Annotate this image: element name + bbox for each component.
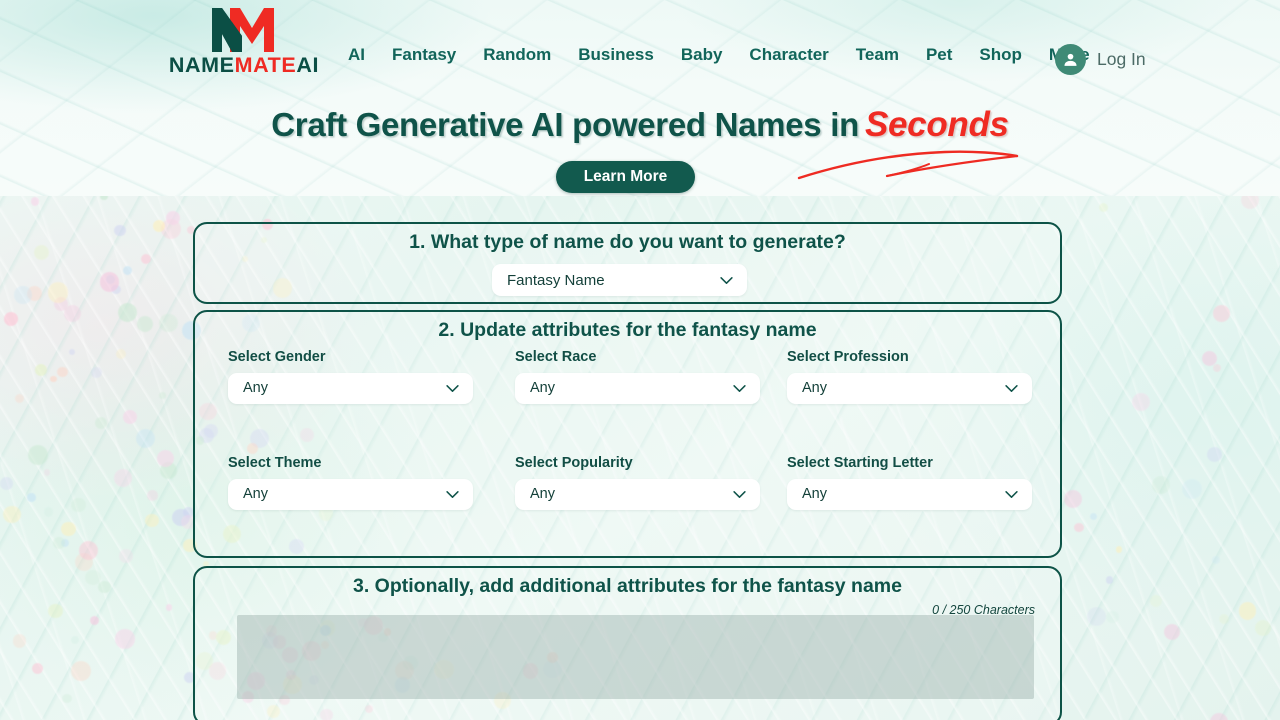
page-title: Craft Generative AI powered Names in Seco… bbox=[0, 104, 1280, 145]
chevron-down-icon bbox=[733, 384, 746, 392]
popularity-value: Any bbox=[530, 485, 555, 502]
attributes-card: 2. Update attributes for the fantasy nam… bbox=[193, 310, 1062, 558]
learn-more-button[interactable]: Learn More bbox=[556, 161, 695, 193]
starting-letter-dropdown[interactable]: Any bbox=[787, 478, 1032, 510]
popularity-dropdown[interactable]: Any bbox=[515, 478, 760, 510]
field-select-race: Select Race Any bbox=[515, 350, 760, 404]
chevron-down-icon bbox=[446, 384, 459, 392]
field-select-starting-letter: Select Starting Letter Any bbox=[787, 456, 1032, 510]
race-dropdown[interactable]: Any bbox=[515, 372, 760, 404]
chevron-down-icon bbox=[1005, 384, 1018, 392]
additional-attributes-card: 3. Optionally, add additional attributes… bbox=[193, 566, 1062, 720]
gender-dropdown[interactable]: Any bbox=[228, 372, 473, 404]
navigation-bar: NAMEMATEAI AI Fantasy Random Business Ba… bbox=[0, 0, 1280, 92]
chevron-down-icon bbox=[1005, 490, 1018, 498]
section-2-title: 2. Update attributes for the fantasy nam… bbox=[438, 319, 817, 341]
field-select-profession: Select Profession Any bbox=[787, 350, 1032, 404]
profession-dropdown[interactable]: Any bbox=[787, 372, 1032, 404]
chevron-down-icon bbox=[733, 490, 746, 498]
field-label-theme: Select Theme bbox=[228, 455, 322, 471]
field-label-popularity: Select Popularity bbox=[515, 455, 633, 471]
headline-main: Craft Generative AI powered Names in bbox=[271, 106, 859, 143]
wordmark-mate: MATE bbox=[234, 53, 297, 77]
section-1-title: 1. What type of name do you want to gene… bbox=[409, 231, 846, 253]
nav-item-random[interactable]: Random bbox=[483, 46, 551, 63]
brand-logo[interactable]: NAMEMATEAI bbox=[160, 6, 328, 77]
field-label-race: Select Race bbox=[515, 349, 597, 365]
nav-item-team[interactable]: Team bbox=[856, 46, 899, 63]
wordmark-name: NAME bbox=[168, 53, 235, 77]
gender-value: Any bbox=[243, 379, 268, 396]
user-avatar-icon bbox=[1055, 44, 1086, 75]
field-select-gender: Select Gender Any bbox=[228, 350, 473, 404]
hero-section: Craft Generative AI powered Names in Seco… bbox=[0, 104, 1280, 193]
nav-item-shop[interactable]: Shop bbox=[979, 46, 1022, 63]
additional-attributes-textarea[interactable] bbox=[237, 615, 1034, 699]
field-select-theme: Select Theme Any bbox=[228, 456, 473, 510]
starting-letter-value: Any bbox=[802, 485, 827, 502]
login-button[interactable]: Log In bbox=[1055, 44, 1146, 75]
headline-accent: Seconds bbox=[864, 105, 1009, 144]
chevron-down-icon bbox=[720, 276, 733, 284]
login-label: Log In bbox=[1097, 48, 1146, 69]
wordmark-ai: AI bbox=[296, 53, 320, 77]
theme-value: Any bbox=[243, 485, 268, 502]
name-type-value: Fantasy Name bbox=[507, 271, 605, 289]
namemate-monogram-icon bbox=[212, 8, 274, 52]
theme-dropdown[interactable]: Any bbox=[228, 478, 473, 510]
field-label-starting-letter: Select Starting Letter bbox=[787, 455, 933, 471]
name-type-card: 1. What type of name do you want to gene… bbox=[193, 222, 1062, 304]
nav-item-ai[interactable]: AI bbox=[348, 46, 365, 63]
field-label-profession: Select Profession bbox=[787, 349, 909, 365]
brand-wordmark: NAMEMATEAI bbox=[168, 53, 320, 77]
nav-item-character[interactable]: Character bbox=[749, 46, 828, 63]
nav-item-fantasy[interactable]: Fantasy bbox=[392, 46, 456, 63]
nav-item-business[interactable]: Business bbox=[578, 46, 654, 63]
field-select-popularity: Select Popularity Any bbox=[515, 456, 760, 510]
nav-links: AI Fantasy Random Business Baby Characte… bbox=[348, 46, 1090, 63]
nav-item-pet[interactable]: Pet bbox=[926, 46, 952, 63]
chevron-down-icon bbox=[446, 490, 459, 498]
race-value: Any bbox=[530, 379, 555, 396]
name-type-dropdown[interactable]: Fantasy Name bbox=[492, 264, 747, 296]
field-label-gender: Select Gender bbox=[228, 349, 326, 365]
section-3-title: 3. Optionally, add additional attributes… bbox=[353, 575, 902, 597]
nav-item-baby[interactable]: Baby bbox=[681, 46, 723, 63]
profession-value: Any bbox=[802, 379, 827, 396]
